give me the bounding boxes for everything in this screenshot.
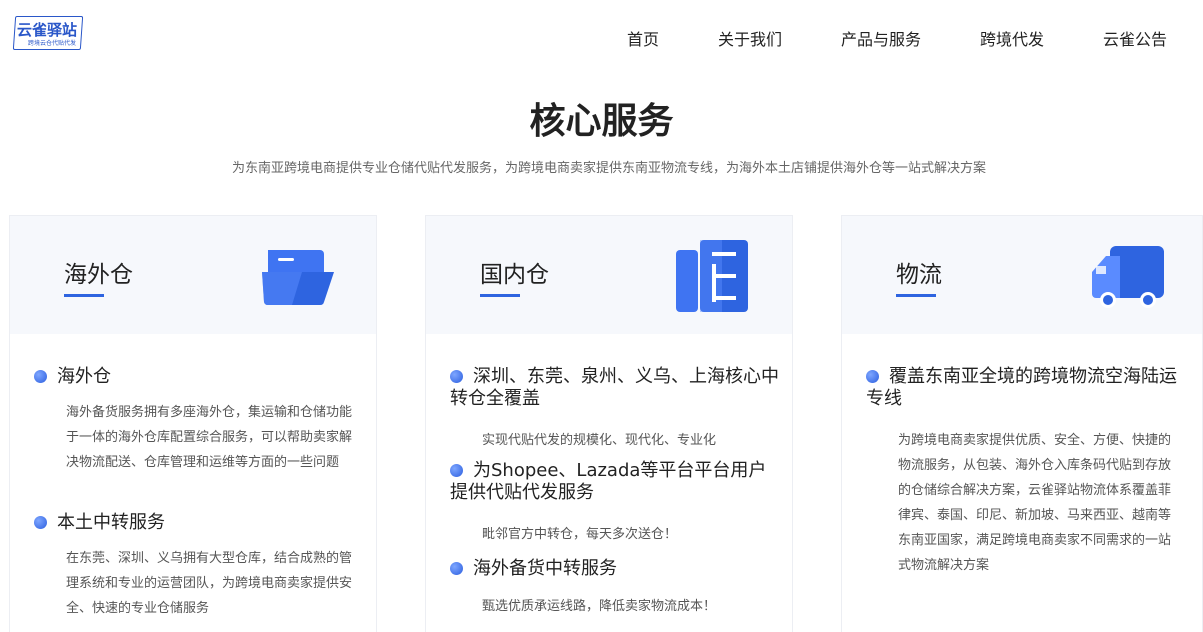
service-item-title-text: 为Shopee、Lazada等平台平台用户提供代贴代发服务 xyxy=(450,460,767,503)
nav-announcements[interactable]: 云雀公告 xyxy=(1103,26,1167,50)
bullet-icon xyxy=(34,516,47,529)
section-subtitle: 为东南亚跨境电商提供专业仓储代贴代发服务，为跨境电商卖家提供东南亚物流专线，为海… xyxy=(231,161,986,176)
service-card-overseas: 海外仓 海外仓 海外备货服务拥有多座海外仓，集运输和仓储功能于一体的海外仓库配置… xyxy=(9,215,377,632)
nav-home[interactable]: 首页 xyxy=(627,26,659,50)
card-title: 国内仓 xyxy=(480,262,549,288)
service-item-title: 为Shopee、Lazada等平台平台用户提供代贴代发服务 xyxy=(450,460,780,504)
nav-cross-border[interactable]: 跨境代发 xyxy=(980,26,1044,50)
bullet-icon xyxy=(34,370,47,383)
service-item-title: 海外备货中转服务 xyxy=(450,558,780,580)
title-underline xyxy=(480,294,520,297)
card-header: 国内仓 xyxy=(426,216,792,334)
card-header: 物流 xyxy=(842,216,1202,334)
service-item-desc: 海外备货服务拥有多座海外仓，集运输和仓储功能于一体的海外仓库配置综合服务，可以帮… xyxy=(66,405,353,470)
service-item: 为Shopee、Lazada等平台平台用户提供代贴代发服务 毗邻官方中转仓，每天… xyxy=(450,460,780,547)
bullet-icon xyxy=(450,370,463,383)
site-header: 云雀驿站 跨境云仓代贴代发 首页 关于我们 产品与服务 跨境代发 云雀公告 xyxy=(0,0,1203,72)
nav-about[interactable]: 关于我们 xyxy=(718,26,782,50)
logo-subtext: 跨境云仓代贴代发 xyxy=(28,40,77,47)
card-title: 海外仓 xyxy=(64,262,133,288)
service-item-title: 深圳、东莞、泉州、义乌、上海核心中转仓全覆盖 xyxy=(450,366,780,410)
service-item-title: 覆盖东南亚全境的跨境物流空海陆运专线 xyxy=(866,366,1184,410)
bullet-icon xyxy=(866,370,879,383)
service-item-title: 本土中转服务 xyxy=(34,512,364,534)
service-item: 深圳、东莞、泉州、义乌、上海核心中转仓全覆盖 实现代贴代发的规模化、现代化、专业… xyxy=(450,366,780,453)
service-item: 覆盖东南亚全境的跨境物流空海陆运专线 为跨境电商卖家提供优质、安全、方便、快捷的… xyxy=(866,366,1184,578)
service-item-title-text: 海外备货中转服务 xyxy=(473,558,617,579)
service-card-logistics: 物流 覆盖东南亚全境的跨境物流空海陆运专线 为跨境电商卖家提供优质、安全、方便、… xyxy=(841,215,1203,632)
service-item: 本土中转服务 在东莞、深圳、义乌拥有大型仓库，结合成熟的管理系统和专业的运营团队… xyxy=(34,512,364,621)
card-header: 海外仓 xyxy=(10,216,376,334)
logo-text: 云雀驿站 xyxy=(17,21,78,39)
service-item-title-text: 深圳、东莞、泉州、义乌、上海核心中转仓全覆盖 xyxy=(450,366,779,409)
service-item-title: 海外仓 xyxy=(34,366,364,388)
section-title: 核心服务 xyxy=(529,101,674,142)
service-item: 海外仓 海外备货服务拥有多座海外仓，集运输和仓储功能于一体的海外仓库配置综合服务… xyxy=(34,366,364,475)
title-underline xyxy=(896,294,936,297)
service-item-desc: 毗邻官方中转仓，每天多次送仓！ xyxy=(482,527,678,542)
service-item: 海外备货中转服务 甄选优质承运线路，降低卖家物流成本！ xyxy=(450,558,780,619)
truck-icon xyxy=(1092,246,1164,308)
folder-icon xyxy=(262,250,334,306)
card-title: 物流 xyxy=(896,262,942,288)
service-card-domestic: 国内仓 深圳、东莞、泉州、义乌、上海核心中转仓全覆盖 实现代贴代发的规模化、现代… xyxy=(425,215,793,632)
service-item-desc: 为跨境电商卖家提供优质、安全、方便、快捷的物流服务，从包装、海外仓入库条码代贴到… xyxy=(898,433,1172,573)
title-underline xyxy=(64,294,104,297)
nav-products[interactable]: 产品与服务 xyxy=(841,26,921,50)
service-item-title-text: 本土中转服务 xyxy=(57,512,165,533)
warehouse-shelf-icon xyxy=(676,240,748,312)
bullet-icon xyxy=(450,562,463,575)
service-item-title-text: 覆盖东南亚全境的跨境物流空海陆运专线 xyxy=(866,366,1177,409)
bullet-icon xyxy=(450,464,463,477)
service-item-title-text: 海外仓 xyxy=(57,366,111,387)
site-logo[interactable]: 云雀驿站 跨境云仓代贴代发 xyxy=(12,14,84,52)
service-item-desc: 在东莞、深圳、义乌拥有大型仓库，结合成熟的管理系统和专业的运营团队，为跨境电商卖… xyxy=(66,551,353,616)
service-item-desc: 实现代贴代发的规模化、现代化、专业化 xyxy=(482,433,717,448)
service-item-desc: 甄选优质承运线路，降低卖家物流成本！ xyxy=(482,599,717,614)
